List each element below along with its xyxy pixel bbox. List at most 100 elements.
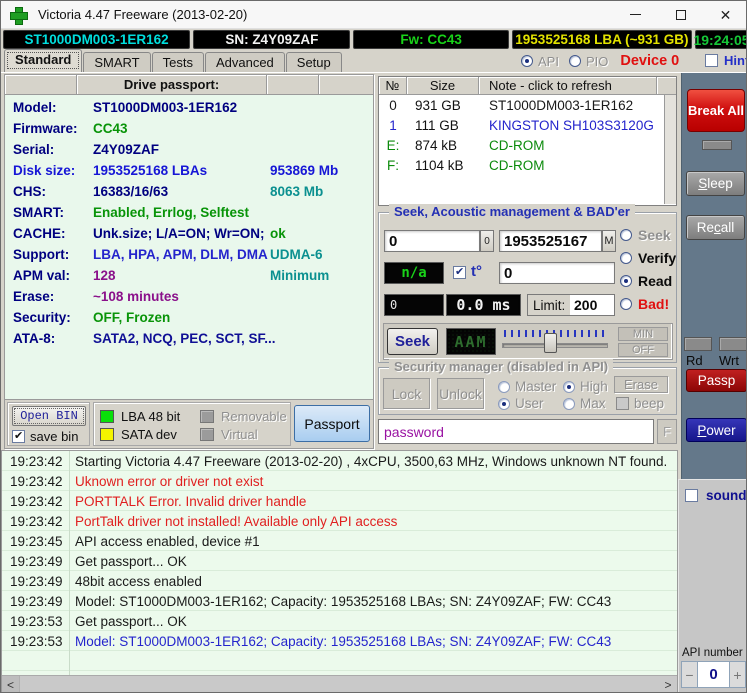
- seek-button[interactable]: Seek: [387, 328, 438, 355]
- security-manager-panel: Security manager (disabled in API) Lock …: [378, 359, 677, 415]
- clock: 19:24:05: [693, 30, 747, 49]
- temperature-checkbox[interactable]: [453, 265, 466, 279]
- open-bin-button[interactable]: Open BIN: [12, 406, 86, 426]
- api-label: API: [538, 53, 559, 69]
- spinner-plus-button[interactable]: +: [729, 661, 746, 688]
- aam-display: AAM: [446, 328, 496, 355]
- log-message: Model: ST1000DM003-1ER162; Capacity: 195…: [75, 633, 612, 649]
- minimize-button[interactable]: [613, 1, 658, 29]
- hints-checkbox[interactable]: [705, 54, 718, 67]
- save-bin-checkbox[interactable]: [12, 429, 25, 443]
- master-label: Master: [515, 379, 557, 394]
- scroll-left-icon[interactable]: <: [2, 675, 20, 692]
- legend-item: Removable: [200, 409, 292, 424]
- pio-radio[interactable]: [568, 55, 581, 67]
- test-mode-option[interactable]: Read: [620, 273, 676, 289]
- radio-icon: [620, 229, 632, 241]
- log-time: 19:23:53: [10, 613, 63, 629]
- master-radio-row[interactable]: Master: [498, 379, 556, 394]
- sleep-button[interactable]: Sleep: [686, 171, 745, 196]
- drive-row[interactable]: E: 874 kB CD-ROM: [379, 135, 676, 155]
- temp-value-input[interactable]: 0: [499, 262, 615, 284]
- log-time: 19:23:42: [10, 493, 63, 509]
- info-capacity: 1953525168 LBA (~931 GB): [511, 30, 692, 49]
- passport-row-value: 128: [93, 268, 116, 283]
- spinner-minus-button[interactable]: −: [681, 661, 698, 688]
- log-row: 19:23:49 Get passport... OK: [2, 551, 677, 571]
- recall-button[interactable]: Re c all: [686, 215, 745, 240]
- tab[interactable]: Standard: [4, 49, 83, 72]
- aam-slider-thumb[interactable]: [544, 333, 557, 353]
- drive-table-scrollbar[interactable]: [664, 95, 676, 204]
- beep-control[interactable]: beep: [616, 396, 664, 411]
- user-label: User: [515, 396, 544, 411]
- password-f-button[interactable]: F: [657, 419, 677, 444]
- start-lba-input[interactable]: 0: [384, 230, 480, 252]
- drive-info-bar: ST1000DM003-1ER162 SN: Z4Y09ZAF Fw: CC43…: [1, 29, 747, 50]
- sound-checkbox[interactable]: [685, 489, 698, 502]
- unlock-button[interactable]: Unlock: [437, 378, 484, 409]
- drive-row[interactable]: 0 931 GB ST1000DM003-1ER162: [379, 95, 676, 115]
- bottom-right-panel: sound API number − 0 +: [678, 479, 746, 692]
- passport-row-value: Enabled, Errlog, Selftest: [93, 205, 250, 220]
- log-message: Get passport... OK: [75, 553, 187, 569]
- aam-off-button[interactable]: OFF: [618, 343, 668, 357]
- save-bin-control: save bin: [12, 429, 78, 444]
- passport-row-label: SMART:: [13, 205, 64, 220]
- log-message: PortTalk driver not installed! Available…: [75, 513, 398, 529]
- passport-row-label: APM val:: [13, 268, 71, 283]
- log-time: 19:23:49: [10, 553, 63, 569]
- high-radio-row[interactable]: High: [563, 379, 608, 394]
- lock-button[interactable]: Lock: [383, 378, 430, 409]
- drive-table: № Size Note - click to refresh 0 931 GB …: [378, 76, 677, 206]
- passp-button[interactable]: Passp: [686, 369, 746, 392]
- legend-swatch-icon: [200, 409, 214, 423]
- test-mode-option[interactable]: Bad!: [620, 296, 676, 312]
- aam-min-button[interactable]: MIN: [618, 327, 668, 341]
- tab[interactable]: Tests: [151, 52, 204, 72]
- end-lba-input[interactable]: 1953525167: [499, 230, 602, 252]
- passport-row-label: Serial:: [13, 142, 55, 157]
- start-lba-button[interactable]: 0: [480, 230, 494, 252]
- temperature-display: n/a: [384, 262, 444, 284]
- user-radio-row[interactable]: User: [498, 396, 544, 411]
- log-horizontal-scrollbar[interactable]: < >: [2, 675, 677, 692]
- log-message: Model: ST1000DM003-1ER162; Capacity: 195…: [75, 593, 612, 609]
- drive-row[interactable]: F: 1104 kB CD-ROM: [379, 155, 676, 175]
- scroll-right-icon[interactable]: >: [659, 675, 677, 692]
- legend-swatch-icon: [200, 427, 214, 441]
- power-button[interactable]: Power: [686, 418, 746, 442]
- wrt-label: Wrt: [719, 353, 739, 368]
- drive-passport-panel: Drive passport: Model: ST1000DM003-1ER16…: [4, 74, 374, 449]
- passport-button[interactable]: Passport: [294, 405, 370, 442]
- break-all-button[interactable]: Break All: [687, 89, 745, 132]
- limit-input[interactable]: 200: [570, 295, 614, 315]
- seek-controls-strip: Seek AAM MIN OFF: [383, 323, 673, 360]
- window-controls: ✕: [613, 1, 746, 29]
- api-radio[interactable]: [521, 55, 533, 67]
- tab[interactable]: Advanced: [204, 52, 285, 72]
- close-button[interactable]: ✕: [703, 1, 746, 29]
- maximize-button[interactable]: [658, 1, 703, 29]
- col-note-refresh[interactable]: Note - click to refresh: [479, 77, 657, 95]
- read-indicator: [684, 337, 712, 351]
- erase-button[interactable]: Erase: [614, 376, 668, 393]
- passport-row-value: ~108 minutes: [93, 289, 179, 304]
- test-mode-option[interactable]: Seek: [620, 227, 676, 243]
- tab[interactable]: Setup: [285, 52, 342, 72]
- passport-row: Support: LBA, HPA, APM, DLM, DMA UDMA-6: [5, 247, 373, 268]
- drive-flags-legend: LBA 48 bit Removable SATA dev Virtual: [100, 407, 292, 443]
- drive-row[interactable]: 1 111 GB KINGSTON SH103S3120G: [379, 115, 676, 135]
- max-lba-button[interactable]: M: [602, 230, 616, 252]
- max-radio-row[interactable]: Max: [563, 396, 606, 411]
- info-model: ST1000DM003-1ER162: [3, 30, 191, 49]
- password-input[interactable]: password: [378, 419, 654, 444]
- test-mode-option[interactable]: Verify: [620, 250, 676, 266]
- info-serial: SN: Z4Y09ZAF: [193, 30, 351, 49]
- log-row: 19:23:49 Model: ST1000DM003-1ER162; Capa…: [2, 591, 677, 611]
- password-row: password F: [378, 419, 677, 444]
- master-radio: [498, 380, 510, 393]
- log-time: 19:23:53: [10, 633, 63, 649]
- log-message: Get passport... OK: [75, 613, 187, 629]
- tab[interactable]: SMART: [83, 52, 151, 72]
